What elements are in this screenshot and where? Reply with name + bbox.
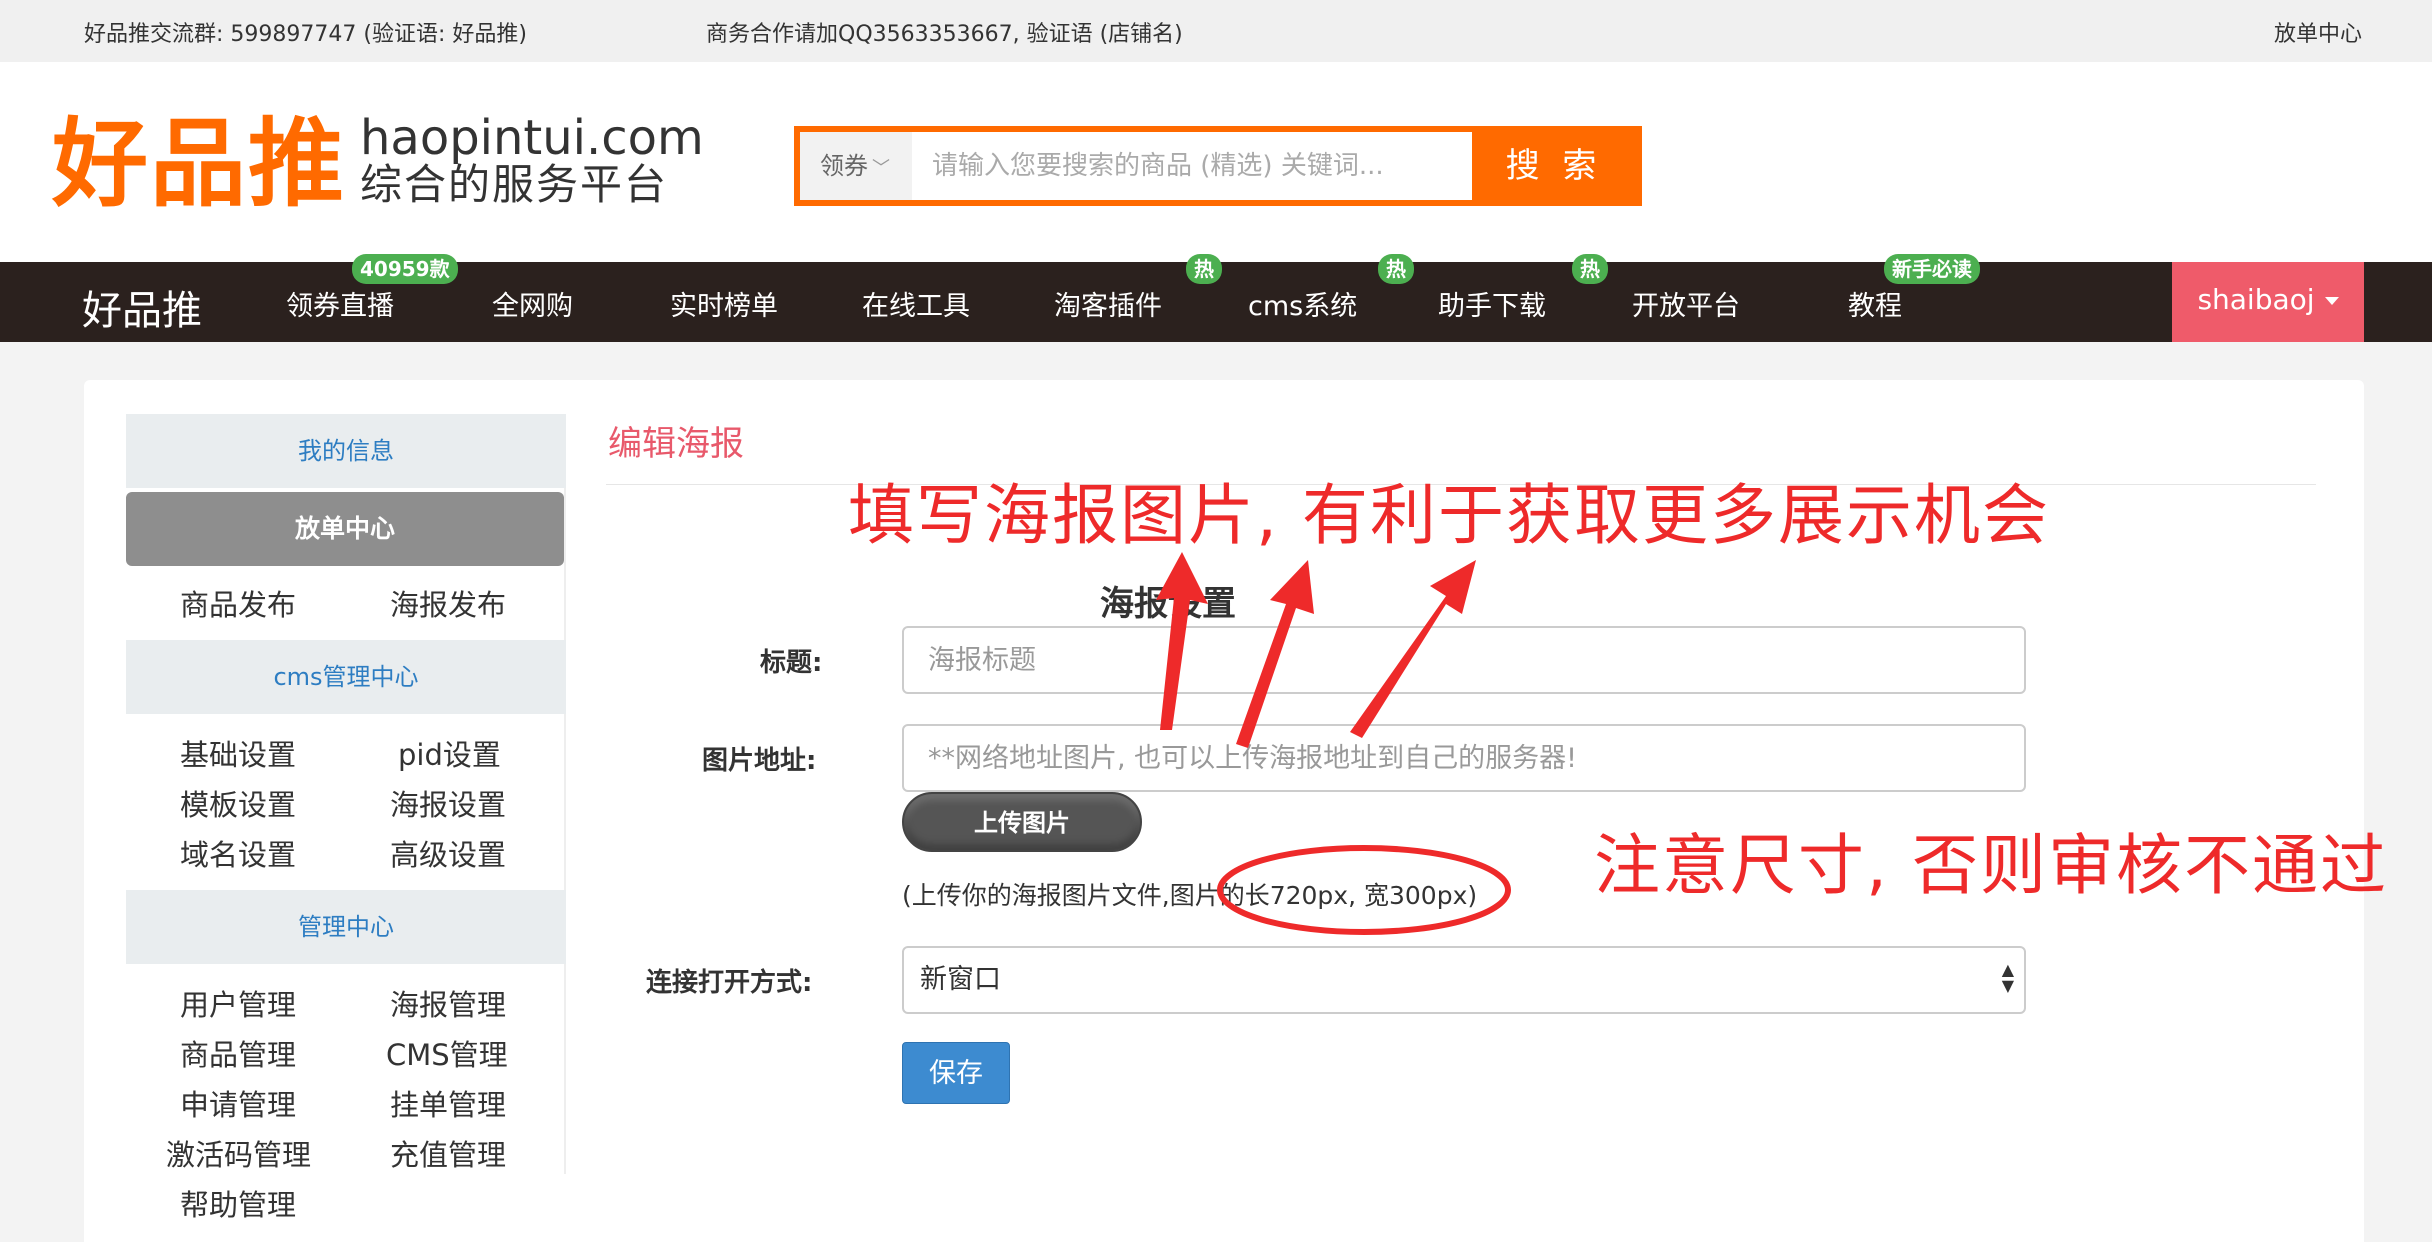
page-title: 编辑海报 [608,424,744,464]
sidebar-item-domain-settings[interactable]: 域名设置 [180,832,296,874]
site-header: 好品推 haopintui.com 综合的服务平台 领券﹀ 搜 索 [0,62,2432,262]
sidebar-item-application-admin[interactable]: 申请管理 [180,1082,296,1124]
nav-item-cms[interactable]: cms系统 [1248,284,1357,323]
nav-badge-hot: 热 [1378,254,1414,284]
sidebar-item-poster-admin[interactable]: 海报管理 [390,982,506,1024]
save-button[interactable]: 保存 [902,1042,1010,1104]
order-center-link[interactable]: 放单中心 [2274,16,2362,48]
search-button[interactable]: 搜 索 [1472,132,1636,200]
user-menu[interactable]: shaibaoj [2172,262,2364,342]
sidebar-item-template-settings[interactable]: 模板设置 [180,782,296,824]
sidebar-item-user-admin[interactable]: 用户管理 [180,982,296,1024]
section-title: 海报设置 [1100,584,1236,624]
sidebar-section-admin[interactable]: 管理中心 [126,890,566,964]
sidebar-item-help-admin[interactable]: 帮助管理 [180,1182,296,1224]
image-url-input[interactable] [902,724,2026,792]
sidebar-item-pid-settings[interactable]: pid设置 [398,732,501,774]
open-mode-select[interactable]: 新窗口 ▲ ▼ [902,946,2026,1014]
sidebar-item-poster-settings[interactable]: 海报设置 [390,782,506,824]
nav-badge-count: 40959款 [352,254,458,284]
sidebar-item-cms-admin[interactable]: CMS管理 [386,1032,508,1074]
title-label: 标题: [760,648,823,678]
nav-item-coupon-live[interactable]: 领券直播 [286,284,394,323]
annotation-top-text: 填写海报图片, 有利于获取更多展示机会 [848,477,2050,554]
sidebar-section-my-info[interactable]: 我的信息 [126,414,566,488]
nav-item-taoke-plugin[interactable]: 淘客插件 [1054,284,1162,323]
nav-item-realtime-rank[interactable]: 实时榜单 [670,284,778,323]
top-bar: 好品推交流群: 599897747 (验证语: 好品推) 商务合作请加QQ356… [0,0,2432,62]
main-nav: 好品推 领券直播 40959款 全网购 实时榜单 在线工具 淘客插件 热 cms… [0,254,2432,342]
nav-item-tutorial[interactable]: 教程 [1848,284,1902,323]
logo-domain: haopintui.com [360,110,704,166]
nav-badge-hot: 热 [1186,254,1222,284]
sidebar-item-activation-admin[interactable]: 激活码管理 [166,1132,311,1174]
annotation-right-text: 注意尺寸, 否则审核不通过 [1594,827,2388,904]
business-contact: 商务合作请加QQ3563353667, 验证语 (店铺名) [706,22,1183,47]
upload-image-button[interactable]: 上传图片 [902,792,1142,852]
sidebar-item-advanced-settings[interactable]: 高级设置 [390,832,506,874]
nav-badge-hot: 热 [1572,254,1608,284]
chevron-down-icon: ﹀ [872,158,890,179]
nav-brand[interactable]: 好品推 [82,278,202,336]
caret-down-icon [2324,297,2339,305]
title-input[interactable] [902,626,2026,694]
logo-subtitle: 综合的服务平台 [360,160,669,209]
size-hint: (上传你的海报图片文件,图片的长720px, 宽300px) [902,881,1478,910]
nav-item-all-shop[interactable]: 全网购 [492,284,573,323]
sidebar-item-listing-admin[interactable]: 挂单管理 [390,1082,506,1124]
group-info: 好品推交流群: 599897747 (验证语: 好品推) [84,22,527,47]
open-mode-value: 新窗口 [920,964,1001,995]
logo[interactable]: 好品推 [52,116,346,212]
image-url-label: 图片地址: [702,746,817,776]
sidebar: 我的信息 放单中心 商品发布 海报发布 cms管理中心 基础设置 pid设置 模… [126,414,566,1222]
search-input[interactable] [912,132,1472,200]
username: shaibaoj [2197,283,2315,316]
search-type-dropdown[interactable]: 领券 ﹀ [800,132,912,200]
nav-badge-new: 新手必读 [1884,254,1980,284]
sidebar-item-product-admin[interactable]: 商品管理 [180,1032,296,1074]
sidebar-item-order-center[interactable]: 放单中心 [126,492,564,566]
search-box: 领券﹀ 搜 索 [794,126,1642,206]
open-mode-label: 连接打开方式: [646,968,813,998]
sidebar-section-cms[interactable]: cms管理中心 [126,640,566,714]
nav-item-online-tools[interactable]: 在线工具 [862,284,970,323]
select-arrows-icon: ▲ ▼ [2001,960,2014,995]
sidebar-item-recharge-admin[interactable]: 充值管理 [390,1132,506,1174]
nav-item-open-platform[interactable]: 开放平台 [1632,284,1740,323]
search-type-label: 领券 [820,152,868,180]
nav-item-assistant-download[interactable]: 助手下载 [1438,284,1546,323]
sidebar-item-basic-settings[interactable]: 基础设置 [180,732,296,774]
